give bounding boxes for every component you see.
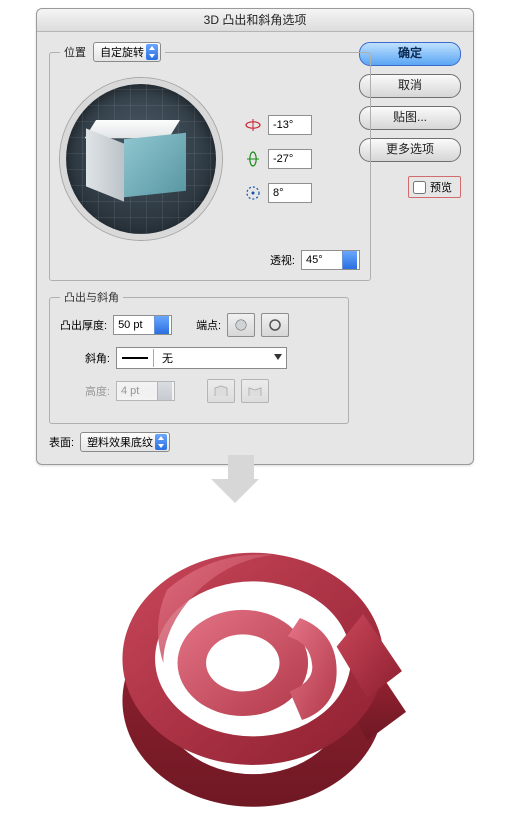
rotate-y-row xyxy=(244,149,312,169)
dropdown-caret-icon xyxy=(274,354,282,360)
perspective-row: 透视: xyxy=(60,250,360,270)
bevel-thumb-icon xyxy=(117,349,154,367)
dropdown-arrows-icon xyxy=(146,44,158,60)
bevel-height-label: 高度: xyxy=(60,383,110,399)
rotate-z-icon xyxy=(244,184,262,202)
cap-label: 端点: xyxy=(196,317,221,333)
bevel-select[interactable]: 无 xyxy=(116,347,287,369)
surface-row: 表面: 塑料效果底纹 xyxy=(49,432,461,452)
angle-controls xyxy=(244,115,312,203)
bevel-row: 斜角: 无 xyxy=(60,347,338,369)
stepper-icon[interactable] xyxy=(154,316,169,334)
surface-label: 表面: xyxy=(49,434,74,450)
position-preset-select[interactable]: 自定旋转 xyxy=(93,42,161,62)
depth-input[interactable] xyxy=(113,315,172,335)
stepper-icon[interactable] xyxy=(342,251,357,269)
cap-off-button[interactable] xyxy=(261,313,289,337)
perspective-input[interactable] xyxy=(301,250,360,270)
surface-select[interactable]: 塑料效果底纹 xyxy=(80,432,170,452)
dialog-body: 确定 取消 贴图... 更多选项 预览 位置 自定旋转 xyxy=(37,32,473,464)
dialog-title: 3D 凸出和斜角选项 xyxy=(37,9,473,32)
rotate-x-input[interactable] xyxy=(268,115,312,135)
rotate-x-row xyxy=(244,115,312,135)
dialog-3d-extrude: 3D 凸出和斜角选项 确定 取消 贴图... 更多选项 预览 位置 自定旋转 xyxy=(36,8,474,465)
preview-checkbox-input[interactable] xyxy=(413,181,426,194)
depth-label: 凸出厚度: xyxy=(60,317,107,333)
result-3d-at-sign xyxy=(100,518,406,814)
rotate-y-icon xyxy=(244,150,262,168)
bevel-in-button xyxy=(207,379,235,403)
dropdown-arrows-icon xyxy=(155,434,167,450)
map-art-button[interactable]: 贴图... xyxy=(359,106,461,130)
position-group: 位置 自定旋转 xyxy=(49,42,371,281)
extrude-group: 凸出与斜角 凸出厚度: 端点: xyxy=(49,289,349,424)
bevel-height-row: 高度: xyxy=(60,379,338,403)
preview-checkbox[interactable]: 预览 xyxy=(408,176,461,198)
rotate-z-input[interactable] xyxy=(268,183,312,203)
button-column: 确定 取消 贴图... 更多选项 预览 xyxy=(357,42,461,198)
arrow-down-icon xyxy=(222,455,259,503)
stepper-icon xyxy=(157,382,172,400)
cube-icon xyxy=(96,120,186,198)
extrude-legend: 凸出与斜角 xyxy=(60,289,123,305)
rotate-z-row xyxy=(244,183,312,203)
cube-preview[interactable] xyxy=(60,78,222,240)
rotate-x-icon xyxy=(244,116,262,134)
ok-button[interactable]: 确定 xyxy=(359,42,461,66)
preview-checkbox-label: 预览 xyxy=(430,179,452,195)
more-options-button[interactable]: 更多选项 xyxy=(359,138,461,162)
page: 3D 凸出和斜角选项 确定 取消 贴图... 更多选项 预览 位置 自定旋转 xyxy=(0,0,508,825)
cancel-button[interactable]: 取消 xyxy=(359,74,461,98)
depth-row: 凸出厚度: 端点: xyxy=(60,313,338,337)
cap-on-button[interactable] xyxy=(227,313,255,337)
bevel-height-input xyxy=(116,381,175,401)
rotate-y-input[interactable] xyxy=(268,149,312,169)
position-legend: 位置 自定旋转 xyxy=(60,42,165,62)
bevel-out-button xyxy=(241,379,269,403)
preview-zone xyxy=(60,78,360,240)
bevel-label: 斜角: xyxy=(60,350,110,366)
perspective-label: 透视: xyxy=(270,252,295,268)
